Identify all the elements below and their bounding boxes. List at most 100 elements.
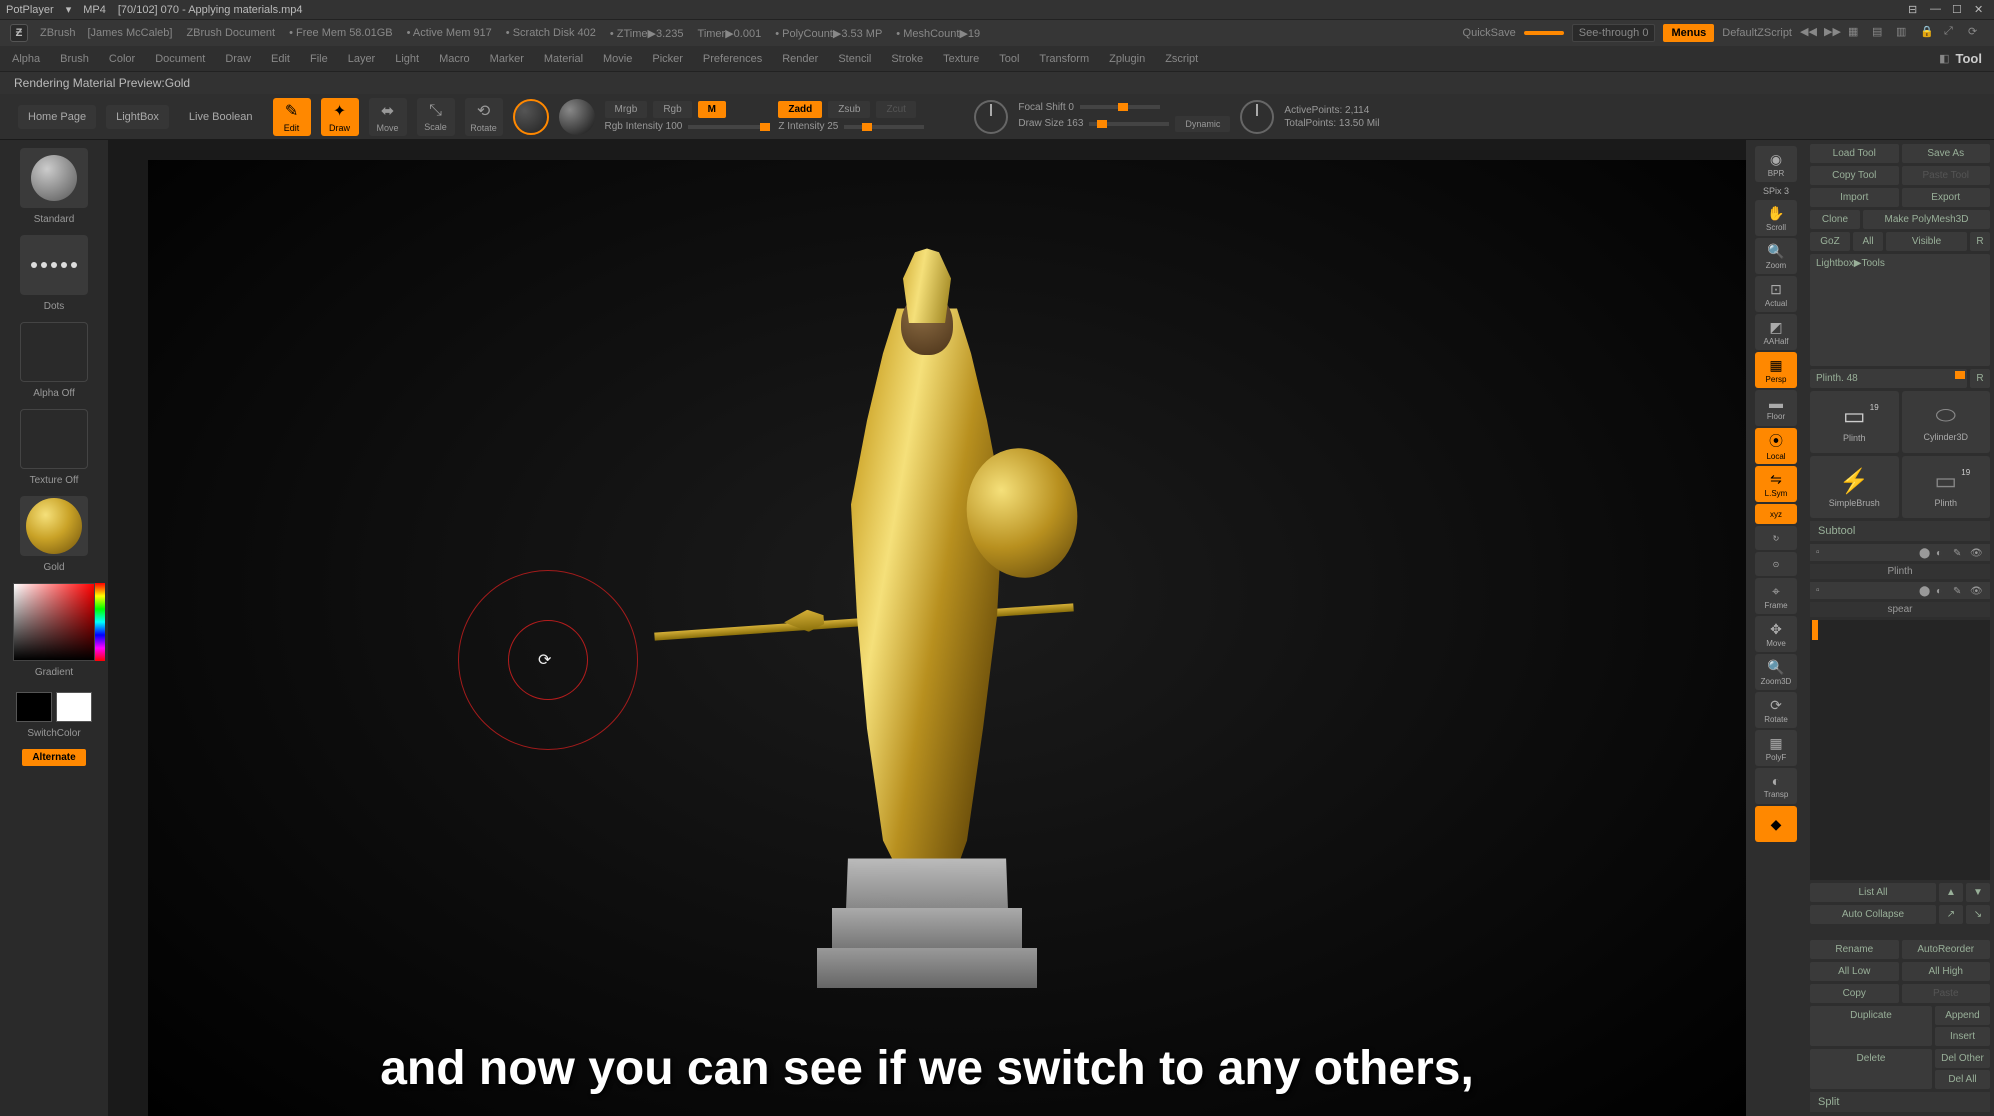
chevron-down-icon[interactable]: ▾ — [66, 3, 72, 16]
quicksave-button[interactable]: QuickSave — [1463, 27, 1516, 39]
menu-color[interactable]: Color — [109, 53, 135, 65]
spix-label[interactable]: SPix 3 — [1761, 184, 1791, 198]
alpha-thumb[interactable] — [20, 322, 88, 382]
arrow-down-button[interactable]: ▼ — [1966, 883, 1990, 902]
menu-edit[interactable]: Edit — [271, 53, 290, 65]
focal-shift-label[interactable]: Focal Shift 0 — [1018, 102, 1074, 113]
menu-stencil[interactable]: Stencil — [838, 53, 871, 65]
menus-button[interactable]: Menus — [1663, 24, 1714, 42]
xyz-button[interactable]: xyz — [1755, 504, 1797, 524]
del-other-button[interactable]: Del Other — [1935, 1049, 1990, 1068]
subtool-header[interactable]: Subtool — [1810, 521, 1990, 541]
home-page-button[interactable]: Home Page — [18, 105, 96, 129]
grid1-icon[interactable]: ▦ — [1848, 25, 1864, 41]
arrow-up-button[interactable]: ▲ — [1939, 883, 1963, 902]
rgb-intensity-label[interactable]: Rgb Intensity 100 — [605, 121, 683, 132]
mrgb-button[interactable]: Mrgb — [605, 101, 648, 118]
menu-tool[interactable]: Tool — [999, 53, 1019, 65]
grid3-icon[interactable]: ▥ — [1896, 25, 1912, 41]
local-button[interactable]: ⦿Local — [1755, 428, 1797, 464]
bpr-button[interactable]: ◉BPR — [1755, 146, 1797, 182]
grid2-icon[interactable]: ▤ — [1872, 25, 1888, 41]
prev-icon[interactable]: ◀◀ — [1800, 25, 1816, 41]
goz-all-button[interactable]: All — [1853, 232, 1883, 251]
rename-button[interactable]: Rename — [1810, 940, 1899, 959]
see-through-slider[interactable]: See-through 0 — [1572, 24, 1656, 42]
all-low-button[interactable]: All Low — [1810, 962, 1899, 981]
copy-tool-button[interactable]: Copy Tool — [1810, 166, 1899, 185]
edit-mode-button[interactable]: ✎Edit — [273, 98, 311, 136]
z-intensity-slider[interactable] — [844, 125, 924, 129]
restore-icon[interactable]: ⊟ — [1908, 3, 1922, 17]
scale-mode-button[interactable]: ⤡Scale — [417, 98, 455, 136]
goz-visible-button[interactable]: Visible — [1886, 232, 1967, 251]
actual-button[interactable]: ⊡Actual — [1755, 276, 1797, 312]
draw-mode-button[interactable]: ✦Draw — [321, 98, 359, 136]
next-icon[interactable]: ▶▶ — [1824, 25, 1840, 41]
rotate-nav-button[interactable]: ⟳Rotate — [1755, 692, 1797, 728]
export-button[interactable]: Export — [1902, 188, 1991, 207]
menu-movie[interactable]: Movie — [603, 53, 632, 65]
persp-button[interactable]: ▦Persp — [1755, 352, 1797, 388]
clone-button[interactable]: Clone — [1810, 210, 1860, 229]
rot-x-button[interactable]: ⊙ — [1755, 552, 1797, 576]
transp-button[interactable]: ◐Transp — [1755, 768, 1797, 804]
menu-stroke[interactable]: Stroke — [891, 53, 923, 65]
subtool-plinth[interactable]: ▫ ⬤ ◐ ✎ 👁 — [1810, 544, 1990, 561]
toggle2-icon[interactable]: ◐ — [1936, 548, 1950, 558]
plinth-r-button[interactable]: R — [1970, 369, 1990, 388]
brush-icon[interactable]: ✎ — [1953, 586, 1967, 596]
tool-item-plinth[interactable]: ▭ 19 Plinth — [1810, 391, 1899, 453]
switch-color-button[interactable]: SwitchColor — [27, 726, 80, 745]
material-thumb[interactable] — [20, 496, 88, 556]
solo-button[interactable]: ◆ — [1755, 806, 1797, 842]
save-as-button[interactable]: Save As — [1902, 144, 1991, 163]
delete-button[interactable]: Delete — [1810, 1049, 1932, 1089]
dynamic-button[interactable]: Dynamic — [1175, 116, 1230, 132]
viewport[interactable]: ⟳ and now you can see if we switch to an… — [108, 140, 1746, 1116]
auto-collapse-button[interactable]: Auto Collapse — [1810, 905, 1936, 924]
swatch-black[interactable] — [16, 692, 52, 722]
menu-brush[interactable]: Brush — [60, 53, 89, 65]
subtool-spear[interactable]: ▫ ⬤ ◐ ✎ 👁 — [1810, 582, 1990, 599]
load-tool-button[interactable]: Load Tool — [1810, 144, 1899, 163]
all-high-button[interactable]: All High — [1902, 962, 1991, 981]
tool-panel-label[interactable]: Tool — [1956, 51, 1982, 66]
default-zscript[interactable]: DefaultZScript — [1722, 27, 1792, 39]
live-boolean-button[interactable]: Live Boolean — [179, 105, 263, 129]
size-dial[interactable] — [1240, 100, 1274, 134]
draw-size-label[interactable]: Draw Size 163 — [1018, 118, 1083, 129]
lock-icon[interactable]: 🔒 — [1920, 25, 1936, 41]
statue-model[interactable] — [757, 228, 1097, 988]
del-all-button[interactable]: Del All — [1935, 1070, 1990, 1089]
brush-icon[interactable]: ✎ — [1953, 548, 1967, 558]
menu-macro[interactable]: Macro — [439, 53, 470, 65]
m-button[interactable]: M — [698, 101, 726, 118]
stroke-thumb[interactable] — [20, 235, 88, 295]
focal-shift-slider[interactable] — [1080, 105, 1160, 109]
split-header[interactable]: Split — [1810, 1092, 1990, 1112]
menu-transform[interactable]: Transform — [1039, 53, 1089, 65]
color-picker[interactable] — [13, 583, 95, 661]
alternate-button[interactable]: Alternate — [22, 749, 85, 766]
zoom3d-button[interactable]: 🔍Zoom3D — [1755, 654, 1797, 690]
append-button[interactable]: Append — [1935, 1006, 1990, 1025]
potplayer-name[interactable]: PotPlayer — [6, 4, 54, 16]
maximize-icon[interactable]: ☐ — [1952, 3, 1966, 17]
copy-subtool-button[interactable]: Copy — [1810, 984, 1899, 1003]
z-intensity-label[interactable]: Z Intensity 25 — [778, 121, 838, 132]
menu-render[interactable]: Render — [782, 53, 818, 65]
rot-y-button[interactable]: ↻ — [1755, 526, 1797, 550]
menu-layer[interactable]: Layer — [348, 53, 376, 65]
hue-strip[interactable] — [95, 583, 105, 661]
panel-toggle-icon[interactable]: ◧ — [1939, 52, 1949, 65]
lightbox-tools-button[interactable]: Lightbox▶Tools — [1810, 254, 1990, 366]
collapse-up-button[interactable]: ↗ — [1939, 905, 1963, 924]
minimize-icon[interactable]: — — [1930, 3, 1944, 17]
material-sphere-1[interactable] — [513, 99, 549, 135]
texture-thumb[interactable] — [20, 409, 88, 469]
zoom-button[interactable]: 🔍Zoom — [1755, 238, 1797, 274]
refresh-icon[interactable]: ⟳ — [1968, 25, 1984, 41]
menu-picker[interactable]: Picker — [652, 53, 683, 65]
list-all-button[interactable]: List All — [1810, 883, 1936, 902]
